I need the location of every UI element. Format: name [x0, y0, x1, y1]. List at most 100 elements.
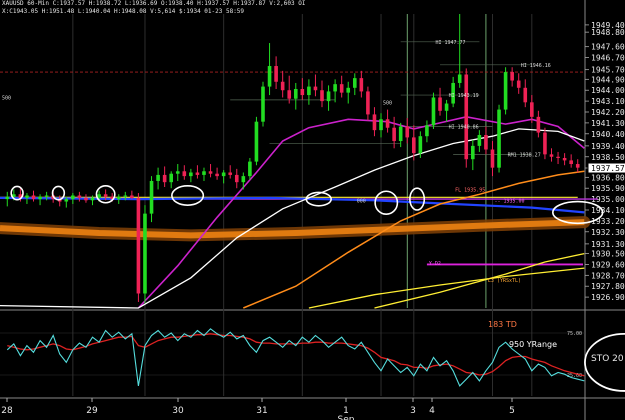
candle-body — [320, 90, 324, 102]
chart-header-line2: X:C1943.05 H:1951.48 L:1940.04 H:1948.08… — [2, 8, 245, 15]
price-chart[interactable]: 1949.401948.801947.601946.701945.701944.… — [0, 0, 625, 420]
osc-side-label: STO 20 — [591, 354, 624, 364]
y-tick-label: 1946.70 — [591, 54, 625, 63]
annotation-label: HI 1943.19 — [449, 93, 479, 99]
candle-body — [116, 196, 121, 200]
candle-body — [484, 134, 488, 150]
candle-body — [123, 195, 128, 197]
candle-body — [234, 174, 239, 183]
y-tick-label: 1926.90 — [591, 293, 625, 302]
chart-header-line1: XAUUSD 60-Min C:1937.57 H:1938.72 L:1936… — [2, 0, 306, 7]
candle-body — [392, 127, 396, 142]
y-tick-label: 1940.40 — [591, 130, 625, 139]
y-tick-label: 1935.90 — [591, 184, 625, 193]
y-tick-label: 1945.70 — [591, 66, 625, 75]
y-tick-label: 1929.60 — [591, 260, 625, 269]
candle-body — [471, 145, 475, 160]
candle-body — [464, 74, 469, 160]
x-tick-label: 4 — [429, 406, 435, 416]
x-tick-label: 29 — [86, 406, 98, 416]
candle-body — [5, 196, 10, 200]
annotation-label: 500 — [2, 95, 11, 101]
candle-body — [516, 80, 521, 88]
candle-body — [562, 157, 567, 161]
y-tick-label: 1944.00 — [591, 86, 625, 95]
candle-body — [418, 136, 423, 154]
x-sub-label: Sep — [338, 415, 355, 420]
candle-body — [25, 195, 29, 198]
candle-body — [346, 87, 351, 93]
candle-body — [274, 66, 278, 82]
candle-body — [169, 173, 174, 183]
candle-body — [477, 134, 482, 146]
candle-body — [103, 194, 108, 197]
candle-body — [149, 180, 154, 214]
candle-body — [536, 116, 541, 133]
candle-body — [143, 213, 147, 294]
candle-body — [379, 119, 383, 131]
current-price-label: 1937.57 — [591, 164, 625, 173]
candle-body — [457, 74, 462, 83]
annotation-label: HI 1947.77 — [435, 40, 465, 46]
candle-body — [195, 172, 200, 175]
candle-body — [366, 91, 370, 115]
candle-body — [431, 97, 436, 126]
annotation-label: FL 1935.95 — [455, 187, 485, 193]
y-tick-label: 1943.10 — [591, 97, 625, 106]
candle-body — [438, 97, 442, 111]
candle-body — [228, 172, 233, 175]
candle-body — [241, 176, 246, 183]
candle-body — [510, 72, 514, 81]
candle-body — [130, 195, 134, 198]
y-tick-label: 1932.30 — [591, 228, 625, 237]
candle-body — [208, 171, 213, 174]
candle-body — [425, 125, 429, 137]
candle-body — [326, 91, 331, 102]
candle-body — [261, 86, 265, 122]
candle-body — [31, 195, 36, 200]
annotation-label: -- 1935.00 — [494, 198, 524, 204]
candle-body — [248, 161, 252, 177]
candle-body — [254, 121, 259, 162]
candle-body — [352, 78, 357, 88]
annotation-label: 000 — [357, 198, 366, 204]
candle-body — [569, 160, 573, 165]
candle-body — [307, 86, 311, 96]
y-tick-label: 1938.50 — [591, 153, 625, 162]
annotation-label: HI 1940.86 — [449, 125, 479, 131]
candle-body — [556, 156, 560, 158]
candle-body — [411, 137, 416, 154]
x-tick-label: 28 — [1, 406, 13, 416]
candle-body — [136, 197, 141, 294]
candle-body — [280, 81, 285, 91]
candle-body — [333, 84, 337, 92]
candle-body — [490, 149, 495, 168]
candle-body — [77, 195, 82, 198]
candle-body — [405, 126, 410, 138]
osc-label-range: 950 YRange — [509, 340, 557, 349]
candle-body — [313, 86, 318, 91]
y-tick-label: 1927.80 — [591, 282, 625, 291]
candle-body — [267, 66, 272, 87]
y-tick-label: 1933.20 — [591, 217, 625, 226]
annotation-label: HI 1946.16 — [521, 63, 551, 69]
chart-window: 1949.40 1948.80 1947.60 1946.70 1945.70 1944.… — [0, 0, 625, 420]
candle-body — [215, 173, 219, 177]
candle-body — [385, 119, 390, 128]
annotation-label: 500 — [383, 100, 392, 106]
y-tick-label: 1931.30 — [591, 240, 625, 249]
candle-body — [359, 78, 364, 92]
candle-body — [293, 89, 298, 99]
candle-body — [523, 87, 528, 103]
y-tick-label: 1948.80 — [591, 28, 625, 37]
y-tick-label: 1947.60 — [591, 43, 625, 52]
candle-body — [575, 164, 580, 168]
x-tick-label: 30 — [172, 406, 184, 416]
y-tick-label: 1939.40 — [591, 142, 625, 151]
candle-body — [162, 174, 167, 183]
osc-y-tick-label: 75.00 — [567, 331, 582, 337]
candle-body — [38, 196, 42, 200]
candle-body — [221, 172, 226, 177]
annotation-label: Y-D2 — [429, 261, 441, 267]
y-tick-label: 1942.20 — [591, 108, 625, 117]
